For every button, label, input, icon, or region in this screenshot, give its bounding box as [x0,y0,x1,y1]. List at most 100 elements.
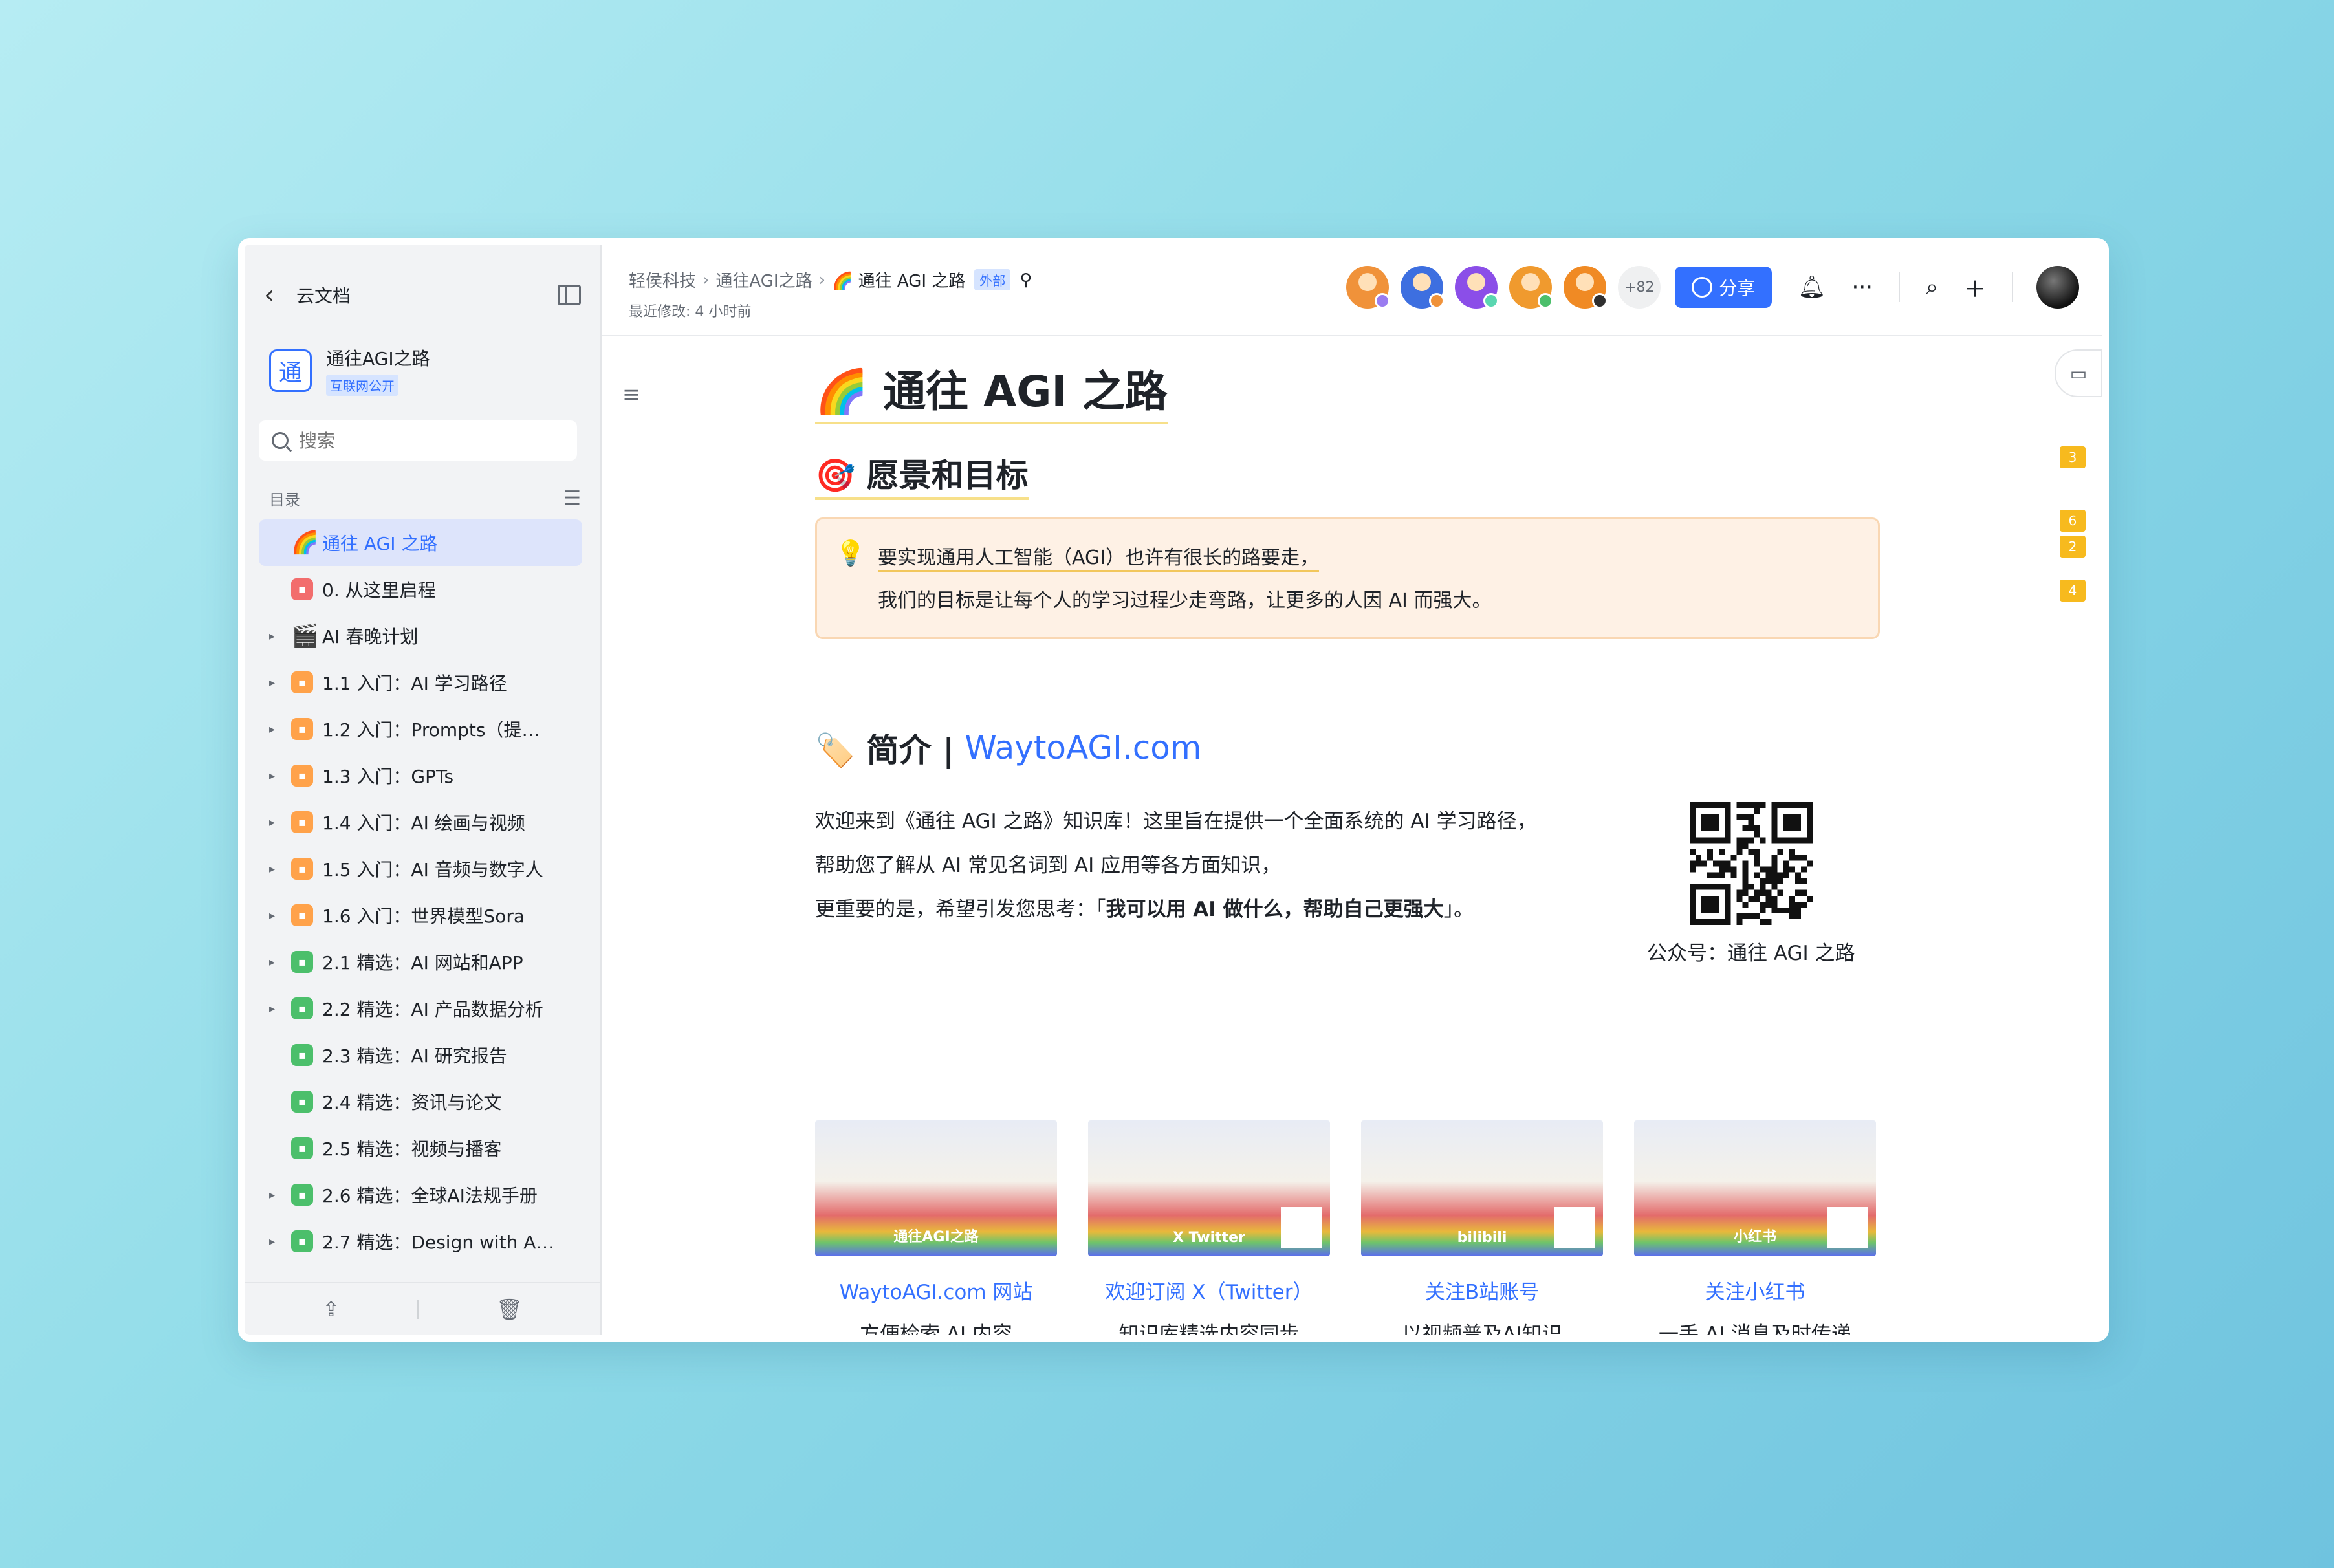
expand-caret-icon[interactable]: ▸ [269,955,283,969]
more-collaborators[interactable]: +82 [1618,266,1661,309]
collaborator-avatars[interactable] [1335,266,1608,309]
toc-item[interactable]: ▸ ▪ 2.1 精选：AI 网站和APP [259,939,582,985]
toc-item[interactable]: ▸ ▪ 2.2 精选：AI 产品数据分析 [259,985,582,1032]
toc-item[interactable]: ▪ 2.5 精选：视频与播客 [259,1125,582,1171]
card-thumbnail[interactable]: 小红书 [1634,1120,1876,1256]
plus-icon[interactable]: ＋ [1964,272,1986,303]
expand-caret-icon[interactable]: ▸ [269,1188,283,1202]
search-icon [272,432,289,449]
page-icon: ▪ [291,1091,313,1113]
page-icon: ▪ [291,951,313,973]
callout-block: 💡 要实现通用人工智能（AGI）也许有很长的路要走， 我们的目标是让每个人的学习… [815,517,1880,639]
toc-item[interactable]: ▸ ▪ 2.7 精选：Design with AIGC [259,1218,582,1265]
collapse-sidebar-icon[interactable] [558,285,581,305]
toc-item[interactable]: ▸ ▪ 1.6 入门：世界模型Sora [259,892,582,939]
page-icon: ▪ [291,671,313,693]
comment-marker[interactable]: 6 [2060,510,2086,532]
toc-item-label: 1.5 入门：AI 音频与数字人 [322,859,543,880]
toc-item-label: 0. 从这里启程 [322,580,436,601]
breadcrumb-item[interactable]: 通往AGI之路 [715,268,812,292]
toc-item-label: AI 春晚计划 [322,626,419,648]
toc-list-icon[interactable]: ☰ [563,487,581,510]
breadcrumb-current[interactable]: 🌈 通往 AGI 之路 [832,268,965,292]
user-avatar[interactable] [2036,266,2079,309]
expand-caret-icon[interactable]: ▸ [269,1002,283,1016]
intro-paragraph: 帮助您了解从 AI 常见名词到 AI 应用等各方面知识， [815,854,1282,877]
collaborator-avatar[interactable] [1564,266,1608,309]
card-thumbnail[interactable]: bilibili [1361,1120,1603,1256]
breadcrumb-item[interactable]: 轻侯科技 [629,268,696,292]
expand-caret-icon[interactable]: ▸ [269,909,283,922]
expand-caret-icon[interactable]: ▸ [269,1235,283,1248]
space-logo: 通 [269,349,312,392]
para-text: 」。 [1443,898,1474,921]
social-card[interactable]: 通往AGI之路 WaytoAGI.com 网站 方便检索 AI 内容 [815,1120,1057,1335]
callout-line: 要实现通用人工智能（AGI）也许有很长的路要走， [878,541,1320,572]
back-label[interactable]: 云文档 [296,282,558,308]
card-link[interactable]: WaytoAGI.com 网站 [815,1276,1057,1305]
comment-marker[interactable]: 4 [2060,580,2086,602]
card-link[interactable]: 关注小红书 [1634,1276,1876,1305]
card-thumbnail[interactable]: X Twitter [1088,1120,1330,1256]
toc-item[interactable]: ▪ 2.4 精选：资讯与论文 [259,1078,582,1125]
search-input[interactable] [298,429,559,452]
card-link[interactable]: 欢迎订阅 X（Twitter） [1088,1276,1330,1305]
expand-caret-icon[interactable]: ▸ [269,862,283,876]
pin-icon[interactable]: ⚲ [1020,270,1032,290]
expand-caret-icon[interactable]: ▸ [269,723,283,736]
website-link[interactable]: WaytoAGI.com [965,729,1201,767]
page-icon: ▪ [291,904,313,926]
comment-marker[interactable]: 2 [2060,536,2086,558]
toc-item[interactable]: ▪ 2.3 精选：AI 研究报告 [259,1032,582,1078]
card-link[interactable]: 关注B站账号 [1361,1276,1603,1305]
toc-item-label: 2.7 精选：Design with AIGC [322,1232,555,1253]
toc-label: 目录 [269,491,300,509]
expand-caret-icon[interactable]: ▸ [269,676,283,690]
expand-caret-icon[interactable]: ▸ [269,769,283,783]
sidebar-top: ‹ 云文档 [264,276,581,314]
bell-icon[interactable]: 🔔︎ [1798,274,1826,300]
back-icon[interactable]: ‹ [264,280,296,310]
collaborator-avatar[interactable] [1401,266,1445,309]
toc-item[interactable]: ▸ ▪ 1.2 入门：Prompts（提示... [259,706,582,752]
collaborator-avatar[interactable] [1346,266,1391,309]
collaborator-avatar[interactable] [1455,266,1500,309]
comment-marker[interactable]: 3 [2060,446,2086,468]
social-card[interactable]: X Twitter 欢迎订阅 X（Twitter） 知识库精选内容同步 [1088,1120,1330,1342]
toc-list: 🌈 通往 AGI 之路 ▪ 0. 从这里启程 ▸ 🎬 AI 春晚计划 ▸ ▪ 1.1 入门：AI … [259,519,582,1265]
toc-item[interactable]: ▸ ▪ 1.3 入门：GPTs [259,752,582,799]
expand-caret-icon[interactable]: ▸ [269,816,283,829]
sidebar-search[interactable] [259,420,577,461]
outline-icon[interactable]: ≡ [622,382,641,408]
comments-icon[interactable]: ▭ [2055,349,2102,397]
share-button[interactable]: 分享 [1675,267,1772,308]
page-icon: ▪ [291,1230,313,1252]
toc-item[interactable]: ▸ ▪ 2.6 精选：全球AI法规手册 [259,1171,582,1218]
search-icon[interactable]: ⌕ [1926,274,1938,300]
sidebar-footer: ⇪ 🗑 [245,1282,600,1335]
intro-paragraph: 欢迎来到《通往 AGI 之路》知识库！这里旨在提供一个全面系统的 AI 学习路径… [815,810,1537,833]
page-icon: ▪ [291,578,313,600]
toc-item[interactable]: ▸ ▪ 1.4 入门：AI 绘画与视频 [259,799,582,845]
expand-caret-icon[interactable]: ▸ [269,629,283,643]
document-body: ≡ 🌈 通往 AGI 之路 🎯 愿景和目标 💡 要实现通用人工智能（AGI）也许… [602,336,2102,1335]
card-desc: 知识库精选内容同步 [1118,1323,1300,1342]
card-thumbnail[interactable]: 通往AGI之路 [815,1120,1057,1256]
status-dot [1592,293,1608,309]
toc-item-label: 1.2 入门：Prompts（提示... [322,719,555,741]
toc-item[interactable]: ▸ 🎬 AI 春晚计划 [259,613,582,659]
trash-icon[interactable]: 🗑 [496,1297,523,1322]
toc-item[interactable]: ▸ ▪ 1.1 入门：AI 学习路径 [259,659,582,706]
share-out-icon[interactable]: ⇪ [322,1297,340,1322]
social-card[interactable]: 小红书 关注小红书 一手 AI 消息及时传递 [1634,1120,1876,1335]
toc-item-label: 1.4 入门：AI 绘画与视频 [322,812,525,834]
collaborator-avatar[interactable] [1509,266,1554,309]
space-info[interactable]: 通 通往AGI之路 互联网公开 [269,345,430,396]
more-icon[interactable]: ··· [1852,274,1873,300]
page-icon: ▪ [291,1184,313,1206]
sidebar: ‹ 云文档 通 通往AGI之路 互联网公开 目录 ☰ 🌈通往 AGI 之路 ▪ 0.… [245,245,602,1335]
toc-item[interactable]: ▪ 0. 从这里启程 [259,566,582,613]
toc-item[interactable]: ▸ ▪ 1.5 入门：AI 音频与数字人 [259,845,582,892]
social-card[interactable]: bilibili 关注B站账号 以视频普及AI知识 [1361,1120,1603,1335]
toc-item[interactable]: 🌈 通往 AGI 之路 [259,519,582,566]
